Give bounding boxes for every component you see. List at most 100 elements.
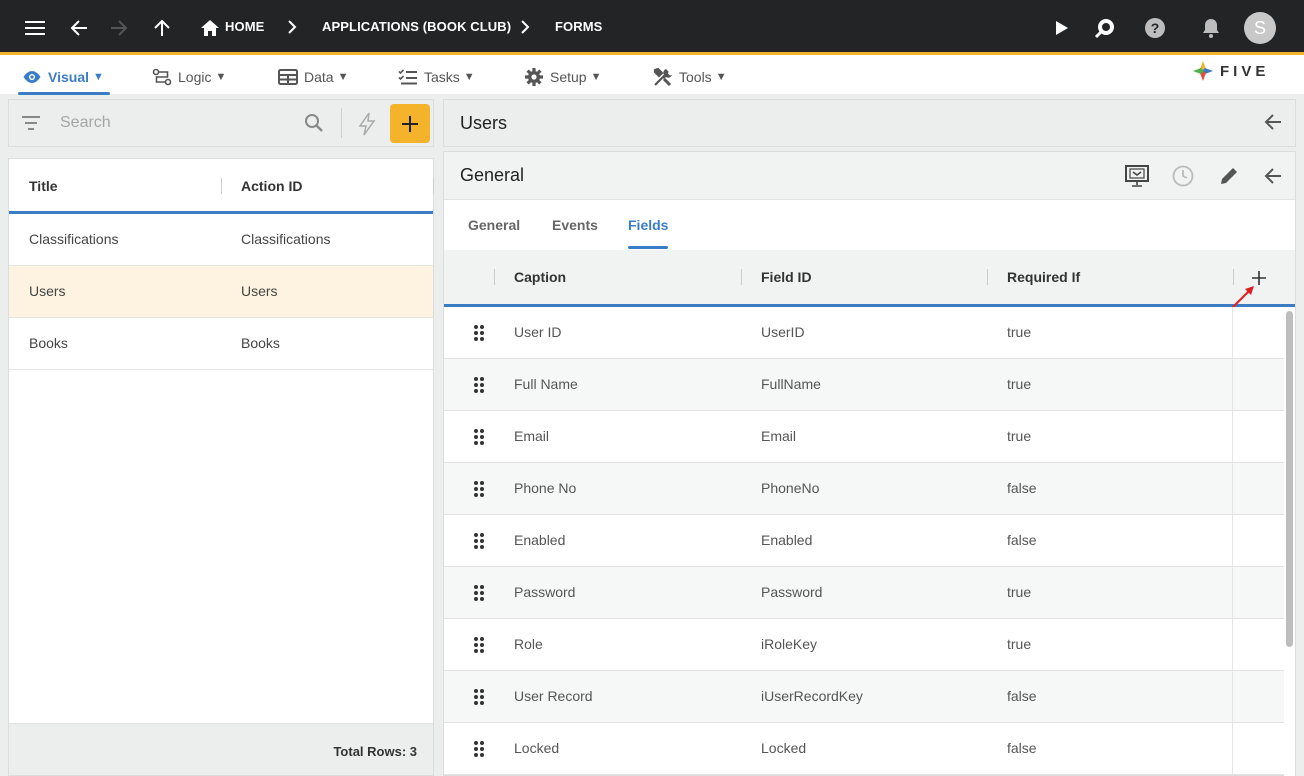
cell-caption: Phone No <box>514 480 577 496</box>
column-divider <box>1232 307 1233 359</box>
top-bar: HOME APPLICATIONS (BOOK CLUB) FORMS ? S <box>0 0 1304 55</box>
table-row[interactable]: Locked Locked false <box>444 723 1284 775</box>
drag-handle-icon[interactable] <box>473 584 485 605</box>
table-row[interactable]: Password Password true <box>444 567 1284 619</box>
table-row[interactable]: User Record iUserRecordKey false <box>444 671 1284 723</box>
drag-handle-icon[interactable] <box>473 428 485 449</box>
back-arrow-icon[interactable] <box>1263 112 1283 137</box>
table-row[interactable]: Email Email true <box>444 411 1284 463</box>
cell-field-id: FullName <box>761 376 821 392</box>
menu-bar: Visual ▼ Logic ▼ Data ▼ Tasks ▼ Setup ▼ … <box>0 55 1304 95</box>
form-tabs: General Events Fields <box>444 200 1295 250</box>
grid-header: Caption Field ID Required If <box>444 250 1295 311</box>
cell-required-if: true <box>1007 584 1032 600</box>
forward-arrow-icon <box>105 14 133 42</box>
column-header-field-id[interactable]: Field ID <box>761 269 812 285</box>
table-row[interactable]: Full Name FullName true <box>444 359 1284 411</box>
drag-handle-icon[interactable] <box>473 740 485 761</box>
column-header-title[interactable]: Title <box>29 178 58 194</box>
menu-setup[interactable]: Setup ▼ <box>524 63 601 91</box>
search-chat-icon[interactable] <box>1091 14 1119 42</box>
grid-scrollbar[interactable] <box>1284 307 1295 776</box>
flow-icon <box>152 68 172 86</box>
avatar[interactable]: S <box>1244 12 1276 44</box>
scrollbar-thumb[interactable] <box>1286 311 1293 647</box>
list-row[interactable]: Classifications Classifications <box>9 214 433 266</box>
cell-required-if: false <box>1007 740 1037 756</box>
list-row[interactable]: Books Books <box>9 318 433 370</box>
hamburger-menu-icon[interactable] <box>21 14 49 42</box>
column-header-action-id[interactable]: Action ID <box>241 178 302 194</box>
caret-down-icon: ▼ <box>215 71 227 83</box>
column-header-caption[interactable]: Caption <box>514 269 566 285</box>
menu-data-label: Data <box>304 69 334 85</box>
column-divider <box>221 178 222 194</box>
cell-required-if: true <box>1007 428 1032 444</box>
drag-handle-icon[interactable] <box>473 636 485 657</box>
column-divider <box>1232 463 1233 515</box>
menu-tools-label: Tools <box>679 69 712 85</box>
form-panel: General General Events Fields Caption Fi… <box>443 151 1296 776</box>
play-icon[interactable] <box>1048 14 1076 42</box>
column-divider <box>1232 671 1233 723</box>
tab-general[interactable]: General <box>468 217 520 233</box>
drag-handle-icon[interactable] <box>473 324 485 345</box>
cell-required-if: false <box>1007 480 1037 496</box>
avatar-letter: S <box>1253 17 1266 38</box>
preview-screen-icon[interactable] <box>1124 163 1150 189</box>
filter-icon[interactable] <box>21 115 41 136</box>
home-icon[interactable] <box>196 14 224 42</box>
search-bar <box>8 99 434 147</box>
column-header-required-if[interactable]: Required If <box>1007 269 1080 285</box>
table-row[interactable]: User ID UserID true <box>444 307 1284 359</box>
tab-events[interactable]: Events <box>552 217 598 233</box>
help-icon[interactable]: ? <box>1141 14 1169 42</box>
cell-field-id: Email <box>761 428 797 444</box>
edit-pencil-icon[interactable] <box>1216 163 1242 189</box>
search-input[interactable] <box>60 114 300 132</box>
menu-tools[interactable]: Tools ▼ <box>653 63 727 91</box>
caret-down-icon: ▼ <box>590 71 602 83</box>
list-row-selected[interactable]: Users Users <box>9 266 433 318</box>
chevron-right-icon <box>520 18 530 41</box>
gear-icon <box>525 68 543 86</box>
breadcrumb-home[interactable]: HOME <box>225 19 264 34</box>
row-title: Users <box>29 283 66 299</box>
back-arrow-icon[interactable] <box>65 14 93 42</box>
cell-field-id: Password <box>761 584 823 600</box>
add-record-button[interactable] <box>390 104 430 143</box>
table-row[interactable]: Phone No PhoneNo false <box>444 463 1284 515</box>
drag-handle-icon[interactable] <box>473 480 485 501</box>
caret-down-icon: ▼ <box>337 71 349 83</box>
search-icon[interactable] <box>304 113 324 138</box>
up-arrow-icon[interactable] <box>148 14 176 42</box>
column-divider <box>741 269 742 285</box>
svg-text:?: ? <box>1151 20 1160 36</box>
tab-fields[interactable]: Fields <box>628 217 669 249</box>
drag-handle-icon[interactable] <box>473 376 485 397</box>
caret-down-icon: ▼ <box>715 71 727 83</box>
cell-caption: Full Name <box>514 376 578 392</box>
table-row[interactable]: Enabled Enabled false <box>444 515 1284 567</box>
form-header: General <box>444 152 1295 200</box>
actions-list: Title Action ID Classifications Classifi… <box>8 158 434 776</box>
cell-field-id: iRoleKey <box>761 636 818 652</box>
menu-logic[interactable]: Logic ▼ <box>152 63 226 91</box>
menu-tasks[interactable]: Tasks ▼ <box>398 63 475 91</box>
cell-field-id: iUserRecordKey <box>761 688 863 704</box>
menu-logic-label: Logic <box>178 69 212 85</box>
divider <box>341 108 342 138</box>
breadcrumb-forms[interactable]: FORMS <box>555 19 602 34</box>
menu-data[interactable]: Data ▼ <box>278 63 348 91</box>
menu-setup-label: Setup <box>550 69 587 85</box>
cell-required-if: true <box>1007 376 1032 392</box>
lightning-icon[interactable] <box>357 112 377 141</box>
drag-handle-icon[interactable] <box>473 532 485 553</box>
menu-visual[interactable]: Visual ▼ <box>18 63 110 95</box>
drag-handle-icon[interactable] <box>473 688 485 709</box>
table-row[interactable]: Role iRoleKey true <box>444 619 1284 671</box>
breadcrumb-applications[interactable]: APPLICATIONS (BOOK CLUB) <box>322 19 511 34</box>
notification-bell-icon[interactable] <box>1197 14 1225 42</box>
cell-required-if: false <box>1007 532 1037 548</box>
back-arrow-icon[interactable] <box>1260 163 1286 189</box>
